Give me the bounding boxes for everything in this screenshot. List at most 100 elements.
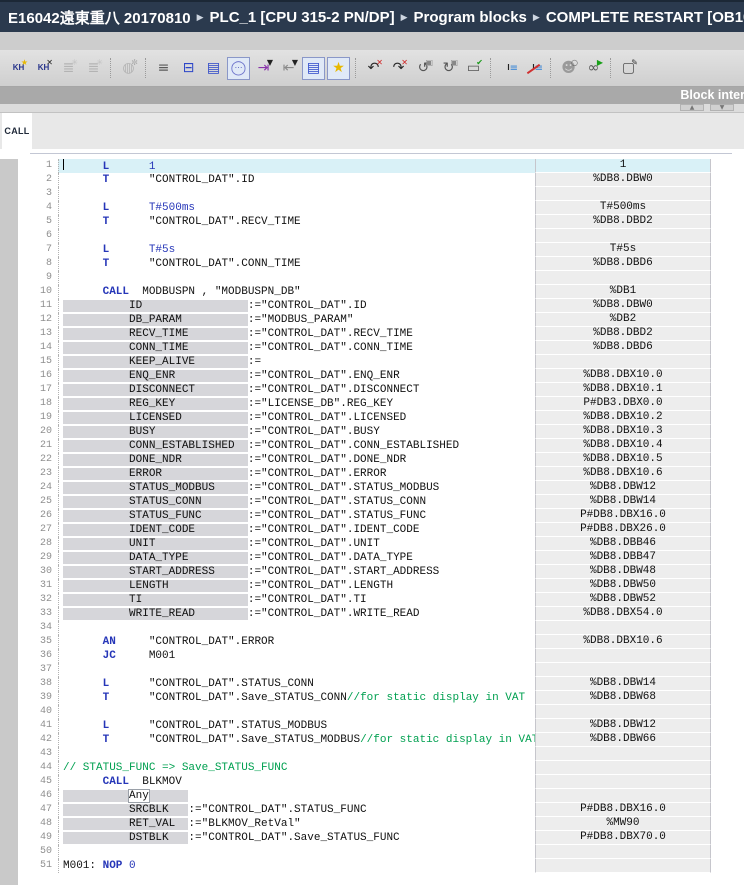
code-cell[interactable]: CALL BLKMOV xyxy=(58,775,535,789)
code-line[interactable]: 37 xyxy=(18,663,744,677)
code-line[interactable]: 45 CALL BLKMOV xyxy=(18,775,744,789)
code-cell[interactable]: TI :="CONTROL_DAT".TI xyxy=(58,593,535,607)
code-line[interactable]: 12 DB_PARAM :="MODBUS_PARAM"%DB2 xyxy=(18,313,744,327)
code-line[interactable]: 44// STATUS_FUNC => Save_STATUS_FUNC xyxy=(18,761,744,775)
goto-next-error-icon[interactable]: ↷✕ xyxy=(387,57,410,80)
symbolic-representation-icon[interactable]: ▤ xyxy=(302,57,325,80)
code-cell[interactable]: L T#500ms xyxy=(58,201,535,215)
code-line[interactable]: 19 LICENSED :="CONTROL_DAT".LICENSED%DB8… xyxy=(18,411,744,425)
code-cell[interactable]: // STATUS_FUNC => Save_STATUS_FUNC xyxy=(58,761,535,775)
code-cell[interactable] xyxy=(58,187,535,201)
code-cell[interactable]: RET_VAL :="BLKMOV_RetVal" xyxy=(58,817,535,831)
code-cell[interactable]: IDENT_CODE :="CONTROL_DAT".IDENT_CODE xyxy=(58,523,535,537)
code-cell[interactable]: T "CONTROL_DAT".CONN_TIME xyxy=(58,257,535,271)
code-line[interactable]: 2 T "CONTROL_DAT".ID%DB8.DBW0 xyxy=(18,173,744,187)
code-line[interactable]: 34 xyxy=(18,621,744,635)
any-type-box[interactable]: Any xyxy=(129,790,149,802)
code-line[interactable]: 16 ENQ_ENR :="CONTROL_DAT".ENQ_ENR%DB8.D… xyxy=(18,369,744,383)
code-cell[interactable] xyxy=(58,229,535,243)
code-line[interactable]: 14 CONN_TIME :="CONTROL_DAT".CONN_TIME%D… xyxy=(18,341,744,355)
code-cell[interactable] xyxy=(58,621,535,635)
code-line[interactable]: 25 STATUS_CONN :="CONTROL_DAT".STATUS_CO… xyxy=(18,495,744,509)
code-line[interactable]: 29 DATA_TYPE :="CONTROL_DAT".DATA_TYPE%D… xyxy=(18,551,744,565)
code-line[interactable]: 24 STATUS_MODBUS :="CONTROL_DAT".STATUS_… xyxy=(18,481,744,495)
code-cell[interactable]: LICENSED :="CONTROL_DAT".LICENSED xyxy=(58,411,535,425)
code-line[interactable]: 17 DISCONNECT :="CONTROL_DAT".DISCONNECT… xyxy=(18,383,744,397)
network-overview-icon[interactable]: ≡ xyxy=(152,57,175,80)
code-line[interactable]: 4 L T#500msT#500ms xyxy=(18,201,744,215)
code-cell[interactable]: AN "CONTROL_DAT".ERROR xyxy=(58,635,535,649)
update-block-call-icon[interactable]: ⇤▼ xyxy=(277,57,300,80)
insert-network-icon[interactable]: KH★ xyxy=(7,57,30,80)
code-line[interactable]: 20 BUSY :="CONTROL_DAT".BUSY%DB8.DBX10.3 xyxy=(18,425,744,439)
goto-previous-error-icon[interactable]: ↶✕ xyxy=(362,57,385,80)
code-line[interactable]: 3 xyxy=(18,187,744,201)
pane-splitter[interactable]: ▲ ▼ xyxy=(0,104,744,113)
code-cell[interactable]: DB_PARAM :="MODBUS_PARAM" xyxy=(58,313,535,327)
splitter-expand-button[interactable]: ▼ xyxy=(710,104,734,111)
code-line[interactable]: 28 UNIT :="CONTROL_DAT".UNIT%DB8.DBB46 xyxy=(18,537,744,551)
consistency-check-icon[interactable]: ▭✔ xyxy=(462,57,485,80)
code-cell[interactable]: Any xyxy=(58,789,535,803)
stl-editor[interactable]: 1 L 112 T "CONTROL_DAT".ID%DB8.DBW034 L … xyxy=(0,159,744,885)
code-cell[interactable]: DONE_NDR :="CONTROL_DAT".DONE_NDR xyxy=(58,453,535,467)
code-cell[interactable]: CONN_TIME :="CONTROL_DAT".CONN_TIME xyxy=(58,341,535,355)
splitter-collapse-button[interactable]: ▲ xyxy=(680,104,704,111)
breadcrumb-program-blocks[interactable]: Program blocks xyxy=(414,9,527,26)
code-line[interactable]: 18 REG_KEY :="LICENSE_DB".REG_KEYP#DB3.D… xyxy=(18,397,744,411)
code-cell[interactable] xyxy=(58,271,535,285)
code-cell[interactable]: STATUS_FUNC :="CONTROL_DAT".STATUS_FUNC xyxy=(58,509,535,523)
code-line[interactable]: 48 RET_VAL :="BLKMOV_RetVal"%MW90 xyxy=(18,817,744,831)
block-interface-bar[interactable]: Block interface xyxy=(0,87,744,104)
breadcrumb-plc[interactable]: PLC_1 [CPU 315-2 PN/DP] xyxy=(210,9,395,26)
synchronize-call-icon[interactable]: ↺▣ xyxy=(412,57,435,80)
breadcrumb-project[interactable]: E16042遠東重八 20170810 xyxy=(8,7,191,28)
code-cell[interactable]: ERROR :="CONTROL_DAT".ERROR xyxy=(58,467,535,481)
code-line[interactable]: 39 T "CONTROL_DAT".Save_STATUS_CONN//for… xyxy=(18,691,744,705)
code-cell[interactable]: STATUS_CONN :="CONTROL_DAT".STATUS_CONN xyxy=(58,495,535,509)
code-line[interactable]: 38 L "CONTROL_DAT".STATUS_CONN%DB8.DBW14 xyxy=(18,677,744,691)
tab-call[interactable]: CALL xyxy=(2,113,32,149)
code-line[interactable]: 51M001: NOP 0 xyxy=(18,859,744,873)
code-line[interactable]: 46 Any xyxy=(18,789,744,803)
watch-table-icon[interactable]: ∞▶ xyxy=(582,57,605,80)
code-cell[interactable]: RECV_TIME :="CONTROL_DAT".RECV_TIME xyxy=(58,327,535,341)
code-cell[interactable]: L "CONTROL_DAT".STATUS_MODBUS xyxy=(58,719,535,733)
code-line[interactable]: 13 RECV_TIME :="CONTROL_DAT".RECV_TIME%D… xyxy=(18,327,744,341)
test-values-icon[interactable]: ☻○ xyxy=(557,57,580,80)
code-line[interactable]: 40 xyxy=(18,705,744,719)
monitoring-off-icon[interactable]: I≡ xyxy=(522,57,545,80)
code-line[interactable]: 26 STATUS_FUNC :="CONTROL_DAT".STATUS_FU… xyxy=(18,509,744,523)
code-cell[interactable]: CONN_ESTABLISHED :="CONTROL_DAT".CONN_ES… xyxy=(58,439,535,453)
open-all-networks-icon[interactable]: ⊟ xyxy=(177,57,200,80)
code-cell[interactable]: ENQ_ENR :="CONTROL_DAT".ENQ_ENR xyxy=(58,369,535,383)
code-line[interactable]: 10 CALL MODBUSPN , "MODBUSPN_DB"%DB1 xyxy=(18,285,744,299)
code-line[interactable]: 15 KEEP_ALIVE := xyxy=(18,355,744,369)
code-cell[interactable]: T "CONTROL_DAT".ID xyxy=(58,173,535,187)
code-line[interactable]: 47 SRCBLK :="CONTROL_DAT".STATUS_FUNCP#D… xyxy=(18,803,744,817)
code-line[interactable]: 31 LENGTH :="CONTROL_DAT".LENGTH%DB8.DBW… xyxy=(18,579,744,593)
code-line[interactable]: 41 L "CONTROL_DAT".STATUS_MODBUS%DB8.DBW… xyxy=(18,719,744,733)
code-cell[interactable]: DATA_TYPE :="CONTROL_DAT".DATA_TYPE xyxy=(58,551,535,565)
code-line[interactable]: 5 T "CONTROL_DAT".RECV_TIME%DB8.DBD2 xyxy=(18,215,744,229)
code-cell[interactable]: ID :="CONTROL_DAT".ID xyxy=(58,299,535,313)
code-cell[interactable]: L "CONTROL_DAT".STATUS_CONN xyxy=(58,677,535,691)
toggle-comments-icon[interactable]: ◯⋯ xyxy=(227,57,250,80)
code-line[interactable]: 33 WRITE_READ :="CONTROL_DAT".WRITE_READ… xyxy=(18,607,744,621)
code-line[interactable]: 50 xyxy=(18,845,744,859)
code-line[interactable]: 23 ERROR :="CONTROL_DAT".ERROR%DB8.DBX10… xyxy=(18,467,744,481)
code-line[interactable]: 36 JC M001 xyxy=(18,649,744,663)
code-cell[interactable]: M001: NOP 0 xyxy=(58,859,535,873)
code-cell[interactable]: CALL MODBUSPN , "MODBUSPN_DB" xyxy=(58,285,535,299)
code-cell[interactable]: START_ADDRESS :="CONTROL_DAT".START_ADDR… xyxy=(58,565,535,579)
code-cell[interactable]: DISCONNECT :="CONTROL_DAT".DISCONNECT xyxy=(58,383,535,397)
insert-block-parameters-icon[interactable]: ⇥▼ xyxy=(252,57,275,80)
code-cell[interactable]: T "CONTROL_DAT".Save_STATUS_MODBUS//for … xyxy=(58,733,535,747)
code-cell[interactable]: WRITE_READ :="CONTROL_DAT".WRITE_READ xyxy=(58,607,535,621)
code-cell[interactable]: REG_KEY :="LICENSE_DB".REG_KEY xyxy=(58,397,535,411)
code-line[interactable]: 49 DSTBLK :="CONTROL_DAT".Save_STATUS_FU… xyxy=(18,831,744,845)
code-cell[interactable]: SRCBLK :="CONTROL_DAT".STATUS_FUNC xyxy=(58,803,535,817)
code-line[interactable]: 27 IDENT_CODE :="CONTROL_DAT".IDENT_CODE… xyxy=(18,523,744,537)
code-cell[interactable]: KEEP_ALIVE := xyxy=(58,355,535,369)
code-cell[interactable]: STATUS_MODBUS :="CONTROL_DAT".STATUS_MOD… xyxy=(58,481,535,495)
